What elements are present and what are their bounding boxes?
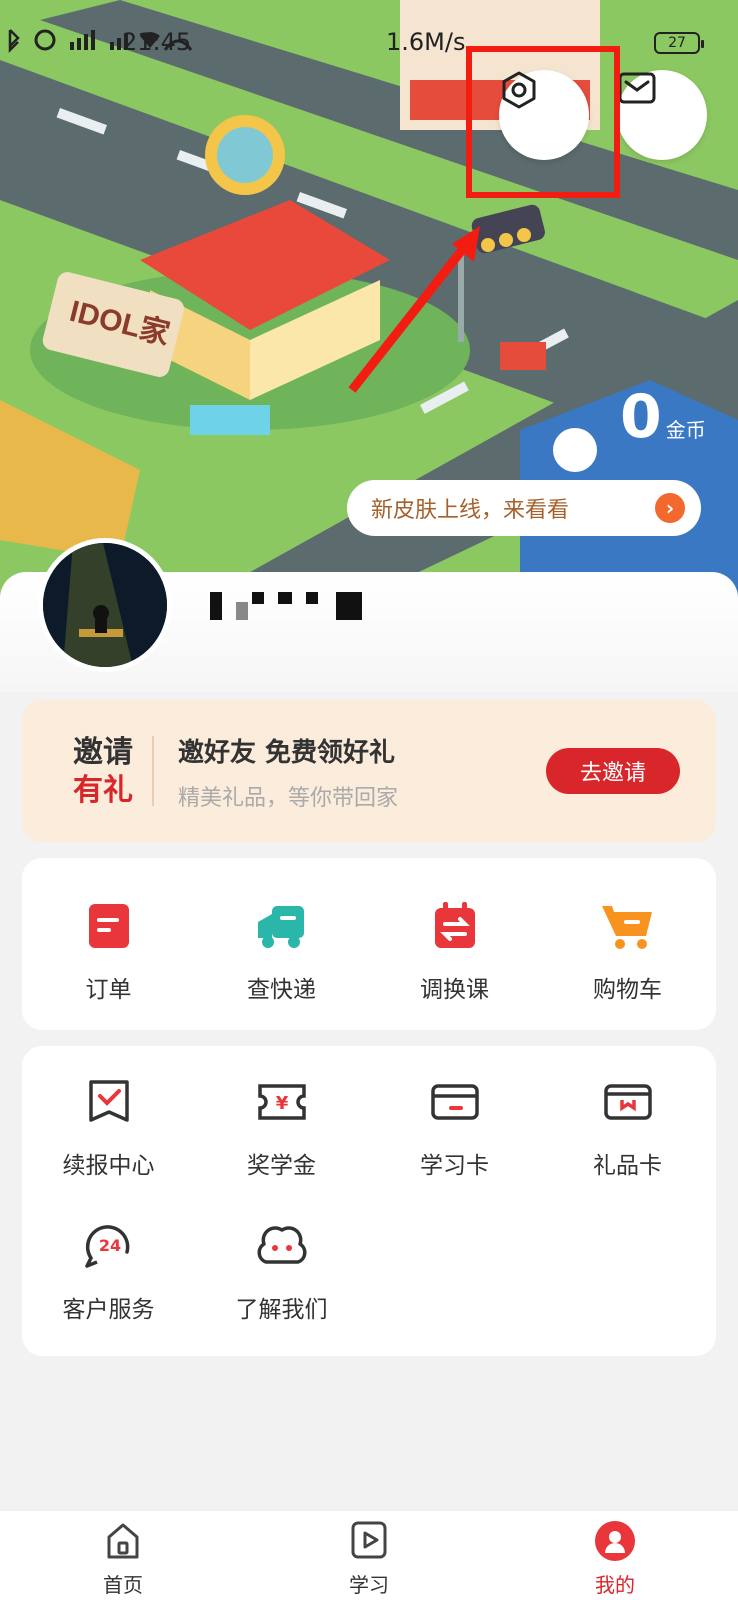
settings-highlight-box [466,46,620,198]
play-icon [351,1521,387,1559]
svg-text:24: 24 [98,1236,120,1255]
scholarship-ticket-icon: ¥ [257,1084,306,1120]
quick-actions-panel: 订单 查快递 调换课 购物车 [22,858,716,1030]
invite-subtitle: 精美礼品，等你带回家 [178,786,399,811]
mine-icon [595,1521,635,1561]
nav-home[interactable]: 首页 [63,1519,183,1598]
quick-action-label: 查快递 [247,977,316,1003]
coins-display[interactable]: 0 金币 [620,382,706,452]
mail-icon [618,72,656,104]
customer-service-24-icon: 24 [84,1225,129,1268]
order-icon [88,904,129,948]
service-gift-card[interactable]: 礼品卡 [541,1072,714,1180]
shopping-cart-icon [601,906,652,949]
service-scholarship[interactable]: ¥ 奖学金 [195,1072,368,1180]
nav-mine-label: 我的 [595,1573,635,1597]
service-label: 了解我们 [235,1297,328,1323]
home-icon [107,1523,139,1559]
invite-tag: 邀请 有礼 [70,734,136,810]
quick-action-delivery[interactable]: 查快递 [195,896,368,1004]
service-label: 奖学金 [247,1153,316,1179]
invite-banner[interactable]: 邀请 有礼 邀好友 免费领好礼 精美礼品，等你带回家 去邀请 [22,700,716,842]
service-label: 续报中心 [62,1153,155,1179]
nav-mine[interactable]: 我的 [555,1519,675,1598]
delivery-truck-icon [257,906,304,948]
svg-text:¥: ¥ [275,1093,288,1114]
swap-course-icon [434,902,475,948]
invite-tag-line1: 邀请 [73,735,133,770]
service-about-us[interactable]: 了解我们 [195,1216,368,1324]
renewal-icon [88,1080,129,1122]
service-renewal[interactable]: 续报中心 [22,1072,195,1180]
services-panel: 续报中心 ¥ 奖学金 学习卡 礼品卡 24 客户服务 了解我们 [22,1046,716,1356]
invite-tag-line2: 有礼 [73,773,133,808]
about-us-cloud-icon [256,1226,307,1264]
avatar[interactable] [38,538,172,672]
service-study-card[interactable]: 学习卡 [368,1072,541,1180]
username-redacted [210,592,370,622]
service-label: 客户服务 [62,1297,155,1323]
avatar-image [43,543,167,667]
study-card-icon [430,1084,479,1120]
signal-wifi-icons [8,29,193,54]
coins-value: 0 [620,382,662,452]
quick-action-order[interactable]: 订单 [22,896,195,1004]
quick-action-label: 调换课 [420,977,489,1003]
service-customer-service[interactable]: 24 客户服务 [22,1216,195,1324]
invite-button[interactable]: 去邀请 [546,748,680,794]
chevron-right-icon: › [655,493,685,523]
quick-action-label: 购物车 [593,977,662,1003]
coins-unit: 金币 [665,418,706,442]
invite-divider [152,736,154,806]
messages-button[interactable] [617,70,707,160]
service-label: 礼品卡 [593,1153,662,1179]
bottom-nav: 首页 学习 我的 [0,1510,738,1600]
service-label: 学习卡 [420,1153,489,1179]
nav-study-label: 学习 [349,1573,389,1597]
gift-card-icon [603,1084,652,1120]
battery-indicator: 27 [654,32,704,54]
new-skin-text: 新皮肤上线，来看看 [371,498,570,523]
nav-study[interactable]: 学习 [309,1519,429,1598]
invite-title: 邀好友 免费领好礼 [178,738,396,768]
header-banner: IDOL家 21:45 1.6M/s 27 0 金币 新皮肤上线，来看看 › [0,0,738,600]
new-skin-banner[interactable]: 新皮肤上线，来看看 › [347,480,701,536]
quick-action-label: 订单 [85,977,132,1003]
quick-action-cart[interactable]: 购物车 [541,896,714,1004]
status-bar: 21:45 1.6M/s 27 [0,26,738,60]
quick-action-swap-course[interactable]: 调换课 [368,896,541,1004]
nav-home-label: 首页 [103,1573,143,1597]
network-speed: 1.6M/s [386,28,466,56]
